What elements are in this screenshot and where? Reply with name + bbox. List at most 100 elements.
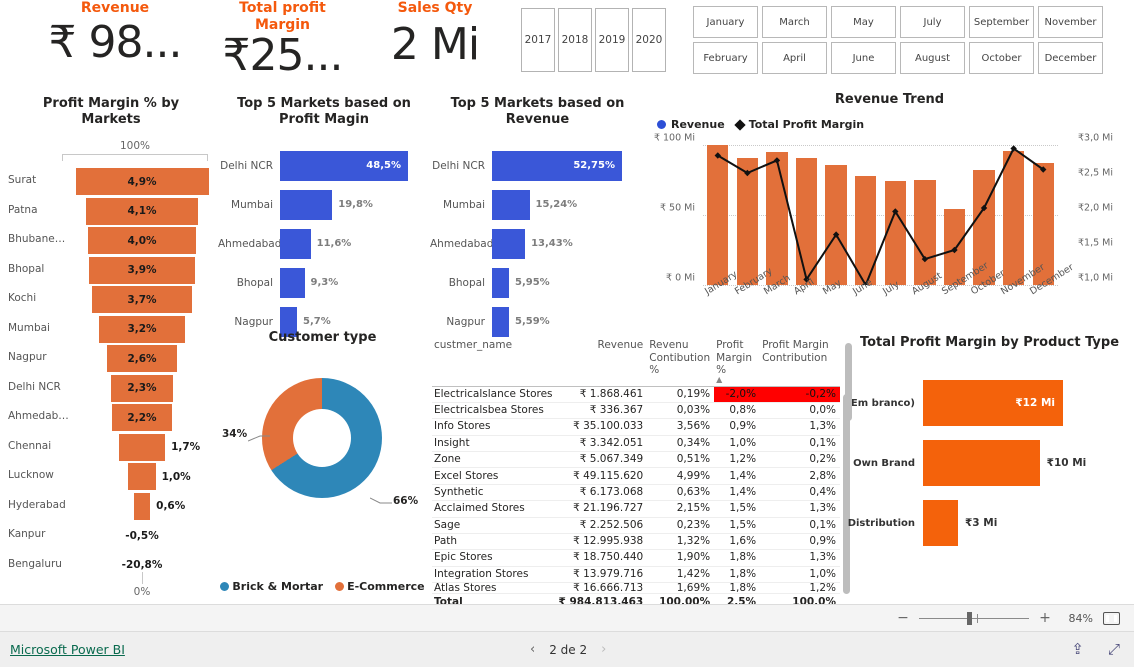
funnel-row[interactable]: Nagpur 2,6% <box>0 345 222 375</box>
funnel-row[interactable]: Hyderabad 0,6% <box>0 492 222 523</box>
funnel-bar[interactable]: 0,6% <box>133 492 185 520</box>
product-type-row[interactable]: Own Brand ₹10 Mi <box>845 433 1134 493</box>
table-row[interactable]: Electricalslance Stores ₹ 1.868.461 0,19% -… <box>432 386 840 403</box>
table-row[interactable]: Electricalsbea Stores ₹ 336.367 0,03% 0,8% 0… <box>432 402 840 420</box>
bar-row[interactable]: Bhopal 5,95% <box>430 263 645 302</box>
revenue-trend-chart[interactable]: Revenue Trend Revenue Total Profit Margi… <box>645 92 1134 322</box>
bar-row[interactable]: Delhi NCR 52,75% <box>430 146 645 185</box>
funnel-bar[interactable]: 4,1% <box>86 197 198 225</box>
bar[interactable] <box>492 306 509 337</box>
column-header-profit-margin[interactable]: Profit Margin % ▲ <box>714 338 761 387</box>
bar-row[interactable]: Ahmedabad 11,6% <box>218 224 430 263</box>
fit-to-page-icon[interactable] <box>1103 611 1120 625</box>
funnel-bar[interactable]: 4,0% <box>87 227 197 254</box>
donut-ring[interactable] <box>262 378 382 498</box>
next-page-button[interactable]: › <box>601 642 606 657</box>
month-slicer-item-june[interactable]: June <box>831 42 896 74</box>
month-slicer-item-october[interactable]: October <box>969 42 1034 74</box>
funnel-bar[interactable]: 3,9% <box>89 256 195 284</box>
bar-row[interactable]: Nagpur 5,59% <box>430 302 645 341</box>
bar[interactable]: 48,5% <box>280 150 408 181</box>
column-header-customer-name[interactable]: custmer_name <box>432 338 557 387</box>
top5-markets-profit-margin-chart[interactable]: Top 5 Markets based on Profit Magin Delh… <box>218 96 430 337</box>
month-slicer-item-july[interactable]: July <box>900 6 965 38</box>
kpi-card-sales-qty[interactable]: Sales Qty 2 Mi <box>360 0 510 71</box>
table-row[interactable]: Epic Stores ₹ 18.750.440 1,90% 1,8% 1,3% <box>432 549 840 567</box>
bar[interactable]: ₹12 Mi <box>923 380 1063 426</box>
bar[interactable] <box>492 267 509 298</box>
product-type-row[interactable]: Distribution ₹3 Mi <box>845 493 1134 553</box>
trend-marker[interactable] <box>773 157 781 164</box>
funnel-bar[interactable]: 3,2% <box>98 315 186 343</box>
funnel-row[interactable]: Mumbai 3,2% <box>0 315 222 346</box>
zoom-slider-thumb[interactable] <box>967 611 972 625</box>
month-slicer-item-september[interactable]: September <box>969 6 1034 38</box>
profit-margin-by-product-type-chart[interactable]: Total Profit Margin by Product Type (Em … <box>845 335 1134 605</box>
month-slicer-item-february[interactable]: February <box>693 42 758 74</box>
bar-row[interactable]: Ahmedabad 13,43% <box>430 224 645 263</box>
bar-row[interactable]: Mumbai 15,24% <box>430 185 645 224</box>
funnel-bar[interactable]: 3,7% <box>91 286 193 313</box>
table-row[interactable]: Info Stores ₹ 35.100.033 3,56% 0,9% 1,3% <box>432 418 840 436</box>
product-type-row[interactable]: (Em branco) ₹12 Mi <box>845 373 1134 433</box>
bar[interactable]: 52,75% <box>492 150 622 181</box>
legend-item-brick-mortar[interactable]: Brick & Mortar <box>220 580 323 593</box>
bar[interactable] <box>492 228 526 259</box>
funnel-row[interactable]: Lucknow 1,0% <box>0 463 222 493</box>
funnel-row[interactable]: Chennai 1,7% <box>0 433 222 464</box>
top5-markets-revenue-chart[interactable]: Top 5 Markets based on Revenue Delhi NCR… <box>430 96 645 337</box>
table-row[interactable]: Atlas Stores ₹ 16.666.713 1,69% 1,8% 1,2% <box>432 582 840 595</box>
share-icon[interactable]: ⇪ <box>1071 640 1084 658</box>
power-bi-brand-link[interactable]: Microsoft Power BI <box>10 642 125 657</box>
bar[interactable] <box>923 440 1040 486</box>
customer-type-donut-chart[interactable]: Customer type 34% 66% Brick & Mortar E-C… <box>215 330 430 605</box>
zoom-slider[interactable] <box>919 611 1029 625</box>
table-row[interactable]: Synthetic ₹ 6.173.068 0,63% 1,4% 0,4% <box>432 484 840 502</box>
table-row[interactable]: Excel Stores ₹ 49.115.620 4,99% 1,4% 2,8% <box>432 467 840 485</box>
funnel-row[interactable]: Delhi NCR 2,3% <box>0 374 222 405</box>
table-row[interactable]: Sage ₹ 2.252.506 0,23% 1,5% 0,1% <box>432 517 840 534</box>
legend-item-ecommerce[interactable]: E-Commerce <box>335 580 425 593</box>
table-row[interactable]: Zone ₹ 5.067.349 0,51% 1,2% 0,2% <box>432 451 840 469</box>
fullscreen-icon[interactable]: ⤢ <box>1108 640 1120 658</box>
funnel-bar[interactable]: 2,3% <box>110 374 174 402</box>
kpi-card-revenue[interactable]: Revenue ₹ 98... <box>30 0 200 69</box>
month-slicer-item-january[interactable]: January <box>693 6 758 38</box>
table-row[interactable]: Integration Stores ₹ 13.979.716 1,42% 1,8% 1… <box>432 566 840 584</box>
customer-revenue-table[interactable]: custmer_name Revenue Revenu Contibution … <box>432 338 852 611</box>
bar[interactable] <box>280 189 333 220</box>
profit-margin-by-markets-funnel[interactable]: Profit Margin % by Markets 100% Surat 4,9… <box>0 96 222 604</box>
year-slicer[interactable]: 2017 2018 2019 2020 <box>521 8 666 72</box>
year-slicer-item-2019[interactable]: 2019 <box>595 8 629 72</box>
funnel-bar[interactable]: 2,2% <box>112 404 172 431</box>
bar-row[interactable]: Delhi NCR 48,5% <box>218 146 430 185</box>
bar[interactable] <box>280 228 311 259</box>
funnel-row[interactable]: Kochi 3,7% <box>0 286 222 316</box>
funnel-row[interactable]: Surat 4,9% <box>0 168 222 198</box>
previous-page-button[interactable]: ‹ <box>530 642 535 657</box>
funnel-bar[interactable]: 4,9% <box>75 168 209 195</box>
month-slicer-item-november[interactable]: November <box>1038 6 1103 38</box>
table-row[interactable]: Path ₹ 12.995.938 1,32% 1,6% 0,9% <box>432 533 840 551</box>
zoom-out-button[interactable]: − <box>897 610 909 626</box>
funnel-bar[interactable]: 2,6% <box>106 345 178 372</box>
year-slicer-item-2020[interactable]: 2020 <box>632 8 666 72</box>
kpi-card-total-profit-margin[interactable]: Total profit Margin ₹25... <box>215 0 350 82</box>
column-header-revenue-contribution[interactable]: Revenu Contibution % <box>647 338 715 387</box>
bar[interactable] <box>280 267 305 298</box>
funnel-bar[interactable]: 1,0% <box>128 463 191 490</box>
month-slicer-item-august[interactable]: August <box>900 42 965 74</box>
month-slicer-item-december[interactable]: December <box>1038 42 1103 74</box>
funnel-row[interactable]: Patna 4,1% <box>0 197 222 228</box>
funnel-bar[interactable]: 1,7% <box>118 433 200 461</box>
year-slicer-item-2017[interactable]: 2017 <box>521 8 555 72</box>
year-slicer-item-2018[interactable]: 2018 <box>558 8 592 72</box>
bar-row[interactable]: Bhopal 9,3% <box>218 263 430 302</box>
funnel-row[interactable]: Bhubanes… 4,0% <box>0 227 222 257</box>
funnel-row[interactable]: Kanpur -0,5% <box>0 522 222 552</box>
column-header-revenue[interactable]: Revenue <box>556 338 648 387</box>
bar-row[interactable]: Mumbai 19,8% <box>218 185 430 224</box>
zoom-in-button[interactable]: + <box>1039 610 1051 626</box>
column-header-profit-margin-contribution[interactable]: Profit Margin Contribution <box>760 338 840 387</box>
month-slicer-item-april[interactable]: April <box>762 42 827 74</box>
